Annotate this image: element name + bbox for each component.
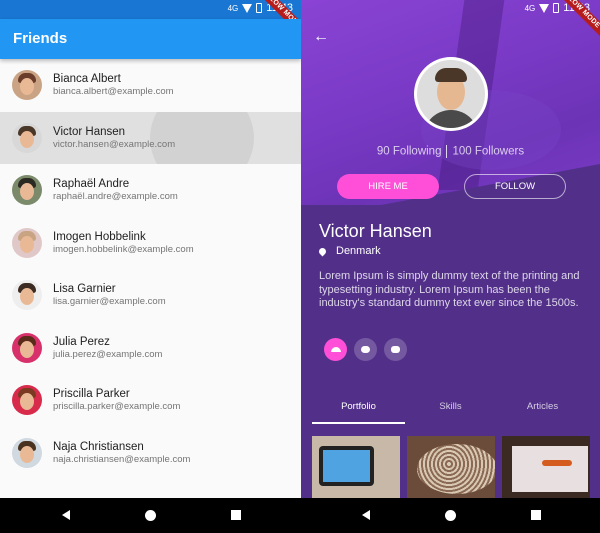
profile-tabs: Portfolio Skills Articles	[301, 390, 600, 424]
recents-icon[interactable]	[531, 510, 541, 520]
back-icon[interactable]	[62, 510, 70, 520]
stats-divider	[446, 145, 448, 158]
contact-name: Lisa Garnier	[53, 283, 116, 296]
avatar	[12, 437, 42, 468]
hire-me-button[interactable]: HIRE ME	[337, 174, 439, 199]
battery-icon	[256, 3, 263, 13]
contact-name: Victor Hansen	[53, 125, 126, 138]
location: Denmark	[317, 245, 381, 257]
profile-description: Lorem Ipsum is simply dummy text of the …	[319, 270, 580, 309]
tab-portfolio[interactable]: Portfolio	[312, 390, 405, 424]
contact-email: priscilla.parker@example.com	[53, 401, 181, 413]
contact-name: Raphaël Andre	[53, 178, 130, 191]
network-label: 4G	[524, 3, 536, 13]
avatar	[12, 227, 42, 258]
avatar	[12, 175, 42, 206]
signal-icon	[539, 3, 550, 13]
portfolio-thumbnail[interactable]	[407, 436, 495, 498]
avatar	[12, 385, 42, 416]
status-bar: 4G 11:43	[0, 0, 301, 19]
portfolio-thumbnail[interactable]	[312, 436, 400, 498]
back-arrow-icon[interactable]: ←	[313, 28, 329, 46]
contact-name: Naja Christiansen	[53, 440, 144, 453]
avatar	[12, 70, 42, 101]
list-item[interactable]: Lisa Garnier lisa.garnier@example.com	[0, 269, 301, 322]
network-label: 4G	[227, 3, 239, 13]
followers-count[interactable]: 100 Followers	[452, 146, 524, 158]
following-count[interactable]: 90 Following	[377, 146, 442, 158]
tab-skills[interactable]: Skills	[404, 390, 497, 424]
list-item[interactable]: Imogen Hobbelink imogen.hobbelink@example…	[0, 217, 301, 270]
contact-email: raphaël.andre@example.com	[53, 191, 178, 203]
contact-email: naja.christiansen@example.com	[53, 453, 191, 465]
profile-name: Victor Hansen	[319, 221, 432, 241]
contact-email: victor.hansen@example.com	[53, 138, 176, 150]
list-item[interactable]: Raphaël Andre raphaël.andre@example.com	[0, 164, 301, 217]
screenshot: 4G 11:43 SLOW MODE Friends Bianca Albert…	[0, 0, 600, 533]
contact-name: Bianca Albert	[53, 73, 121, 86]
dribbble-icon[interactable]	[324, 338, 347, 361]
portfolio-grid	[312, 436, 600, 498]
follow-button[interactable]: FOLLOW	[464, 174, 566, 199]
friends-list: Bianca Albert bianca.albert@example.com V…	[0, 59, 301, 479]
home-icon[interactable]	[445, 510, 456, 521]
location-pin-icon	[317, 246, 328, 256]
list-item[interactable]: Naja Christiansen naja.christiansen@examp…	[0, 427, 301, 480]
back-icon[interactable]	[362, 510, 370, 520]
battery-icon	[553, 3, 560, 13]
list-item[interactable]: Bianca Albert bianca.albert@example.com	[0, 59, 301, 112]
camera-icon[interactable]	[384, 338, 407, 361]
contact-email: bianca.albert@example.com	[53, 86, 174, 98]
contact-email: julia.perez@example.com	[53, 348, 163, 360]
contact-email: lisa.garnier@example.com	[53, 296, 166, 308]
list-item[interactable]: Julia Perez julia.perez@example.com	[0, 322, 301, 375]
cloud-icon[interactable]	[354, 338, 377, 361]
home-icon[interactable]	[145, 510, 156, 521]
list-item[interactable]: Victor Hansen victor.hansen@example.com	[0, 111, 301, 164]
list-item[interactable]: Priscilla Parker priscilla.parker@example…	[0, 374, 301, 427]
profile-avatar	[414, 57, 488, 131]
contact-name: Julia Perez	[53, 335, 110, 348]
location-label: Denmark	[336, 245, 381, 257]
signal-icon	[242, 3, 253, 13]
system-nav-bar	[0, 498, 600, 533]
recents-icon[interactable]	[231, 510, 241, 520]
page-title: Friends	[13, 30, 68, 47]
portfolio-thumbnail[interactable]	[502, 436, 590, 498]
app-bar: Friends	[0, 19, 301, 59]
tab-articles[interactable]: Articles	[496, 390, 589, 424]
profile-screen: 4G 11:43 SLOW MODE ← 90 Following100 Fol…	[301, 0, 600, 498]
contact-name: Priscilla Parker	[53, 388, 130, 401]
contact-name: Imogen Hobbelink	[53, 230, 146, 243]
avatar	[12, 122, 42, 153]
friends-screen: 4G 11:43 SLOW MODE Friends Bianca Albert…	[0, 0, 301, 533]
avatar	[12, 280, 42, 311]
follow-stats: 90 Following 100 Followers	[301, 145, 600, 158]
contact-email: imogen.hobbelink@example.com	[53, 243, 194, 255]
avatar	[12, 332, 42, 363]
